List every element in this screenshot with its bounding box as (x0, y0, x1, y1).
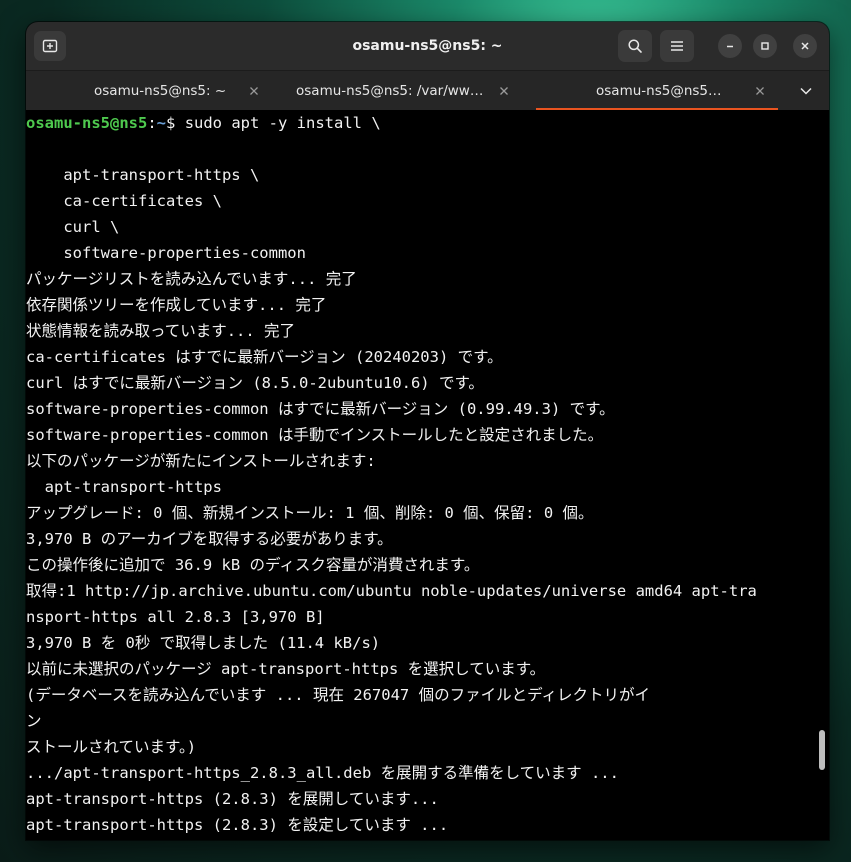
tab-label: osamu-ns5@ns5: ~ (94, 83, 227, 99)
scrollbar-thumb[interactable] (819, 730, 825, 770)
output-line: apt-transport-https (2.8.3) を展開しています... (26, 790, 439, 808)
terminal-window: osamu-ns5@ns5: ~ osamu-ns5@ns5: ~ osamu-… (26, 22, 829, 840)
output-line: 以前に未選択のパッケージ apt-transport-https を選択していま… (26, 660, 546, 678)
output-line: ca-certificates はすでに最新バージョン (20240203) で… (26, 348, 503, 366)
output-line: apt-transport-https (2.8.3) を設定しています ... (26, 816, 449, 834)
prompt-separator: : (147, 114, 157, 132)
output-line: apt-transport-https \ (26, 166, 260, 184)
minimize-icon (727, 45, 733, 48)
minimize-button[interactable] (718, 34, 742, 58)
output-line: 依存関係ツリーを作成しています... 完了 (26, 296, 327, 314)
output-line: 以下のパッケージが新たにインストールされます: (26, 452, 376, 470)
tab-close-button[interactable] (752, 83, 768, 99)
tab-var-www[interactable]: osamu-ns5@ns5: /var/www/… (278, 71, 536, 111)
scrollbar[interactable] (818, 730, 826, 830)
output-line: nsport-https all 2.8.3 [3,970 B] (26, 608, 325, 626)
hamburger-menu-icon (671, 41, 683, 51)
output-line: アップグレード: 0 個、新規インストール: 1 個、削除: 0 個、保留: 0… (26, 504, 594, 522)
close-icon (756, 87, 764, 95)
tab-home-active[interactable]: osamu-ns5@ns5: ~ (536, 71, 778, 111)
prompt-user-host: osamu-ns5@ns5 (26, 114, 148, 132)
output-line: ca-certificates \ (26, 192, 222, 210)
output-line: (データベースを読み込んでいます ... 現在 267047 個のファイルとディ… (26, 686, 651, 704)
maximize-button[interactable] (753, 34, 777, 58)
output-line: 取得:1 http://jp.archive.ubuntu.com/ubuntu… (26, 582, 757, 600)
output-line: software-properties-common はすでに最新バージョン (… (26, 400, 615, 418)
close-icon (250, 87, 258, 95)
tabs-dropdown-button[interactable] (796, 82, 816, 100)
menu-button[interactable] (660, 30, 694, 62)
tab-label: osamu-ns5@ns5: /var/www/… (296, 83, 484, 99)
output-line: この操作後に追加で 36.9 kB のディスク容量が消費されます。 (26, 556, 480, 574)
output-line: curl はすでに最新バージョン (8.5.0-2ubuntu10.6) です。 (26, 374, 484, 392)
terminal-output[interactable]: osamu-ns5@ns5:~$ sudo apt -y install \ a… (26, 110, 829, 840)
output-line: パッケージリストを読み込んでいます... 完了 (26, 270, 357, 288)
search-icon (628, 39, 642, 53)
search-button[interactable] (618, 30, 652, 62)
close-button[interactable] (793, 34, 817, 58)
tab-close-button[interactable] (496, 83, 512, 99)
prompt-symbol: $ (166, 114, 176, 132)
close-icon (801, 42, 809, 50)
output-line: ストールされています。) (26, 738, 197, 756)
output-line: curl \ (26, 218, 120, 236)
prompt-line: osamu-ns5@ns5:~$ sudo apt -y install \ (26, 110, 381, 136)
title-bar[interactable]: osamu-ns5@ns5: ~ (26, 22, 829, 70)
output-line: software-properties-common (26, 244, 306, 262)
output-line: 3,970 B を 0秒 で取得しました (11.4 kB/s) (26, 634, 381, 652)
tab-home-1[interactable]: osamu-ns5@ns5: ~ (26, 71, 278, 111)
output-line: 3,970 B のアーカイブを取得する必要があります。 (26, 530, 393, 548)
output-line: software-properties-common は手動でインストールしたと… (26, 426, 604, 444)
tab-label: osamu-ns5@ns5: ~ (596, 83, 726, 99)
maximize-icon (761, 42, 769, 50)
tab-bar: osamu-ns5@ns5: ~ osamu-ns5@ns5: /var/www… (26, 70, 829, 111)
new-tab-icon (42, 39, 58, 53)
prompt-command: sudo apt -y install \ (175, 114, 381, 132)
new-tab-button[interactable] (34, 31, 66, 61)
output-line: ン (26, 712, 42, 730)
output-line: .../apt-transport-https_2.8.3_all.deb を展… (26, 764, 619, 782)
window-title: osamu-ns5@ns5: ~ (352, 38, 503, 54)
output-line: apt-transport-https (26, 478, 222, 496)
output-line: 状態情報を読み取っています... 完了 (26, 322, 296, 340)
prompt-path: ~ (156, 114, 167, 132)
close-icon (500, 87, 508, 95)
tab-close-button[interactable] (246, 83, 262, 99)
chevron-down-icon (800, 87, 812, 95)
